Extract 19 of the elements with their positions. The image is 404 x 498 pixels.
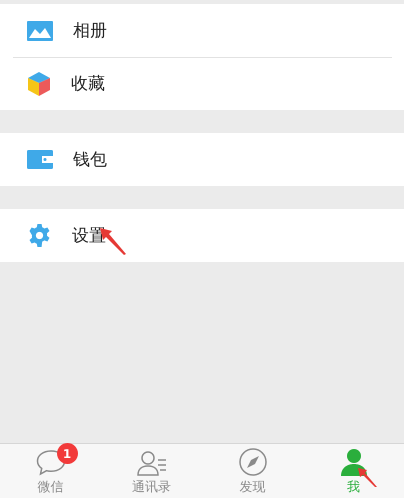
settings-icon bbox=[27, 223, 52, 248]
chat-bubble-icon bbox=[36, 449, 66, 477]
menu-item[interactable]: 相册 bbox=[0, 4, 404, 57]
cube-icon bbox=[27, 70, 51, 96]
menu-label: 钱包 bbox=[73, 149, 107, 171]
menu-label: 收藏 bbox=[71, 73, 105, 95]
menu-item[interactable]: 收藏 bbox=[0, 57, 404, 110]
menu-label: 相册 bbox=[73, 20, 107, 42]
tab-label: 微信 bbox=[38, 479, 64, 496]
wallet-icon bbox=[27, 150, 53, 169]
tab[interactable]: 1 微信 bbox=[0, 444, 101, 498]
picture-icon bbox=[27, 20, 53, 40]
menu-item[interactable]: 钱包 bbox=[0, 133, 404, 186]
tab-label: 我 bbox=[347, 479, 360, 496]
tab-label: 通讯录 bbox=[132, 479, 171, 496]
compass-icon bbox=[238, 447, 268, 477]
tab-label: 发现 bbox=[240, 479, 266, 496]
contacts-icon bbox=[136, 449, 168, 477]
unread-badge: 1 bbox=[56, 443, 78, 464]
